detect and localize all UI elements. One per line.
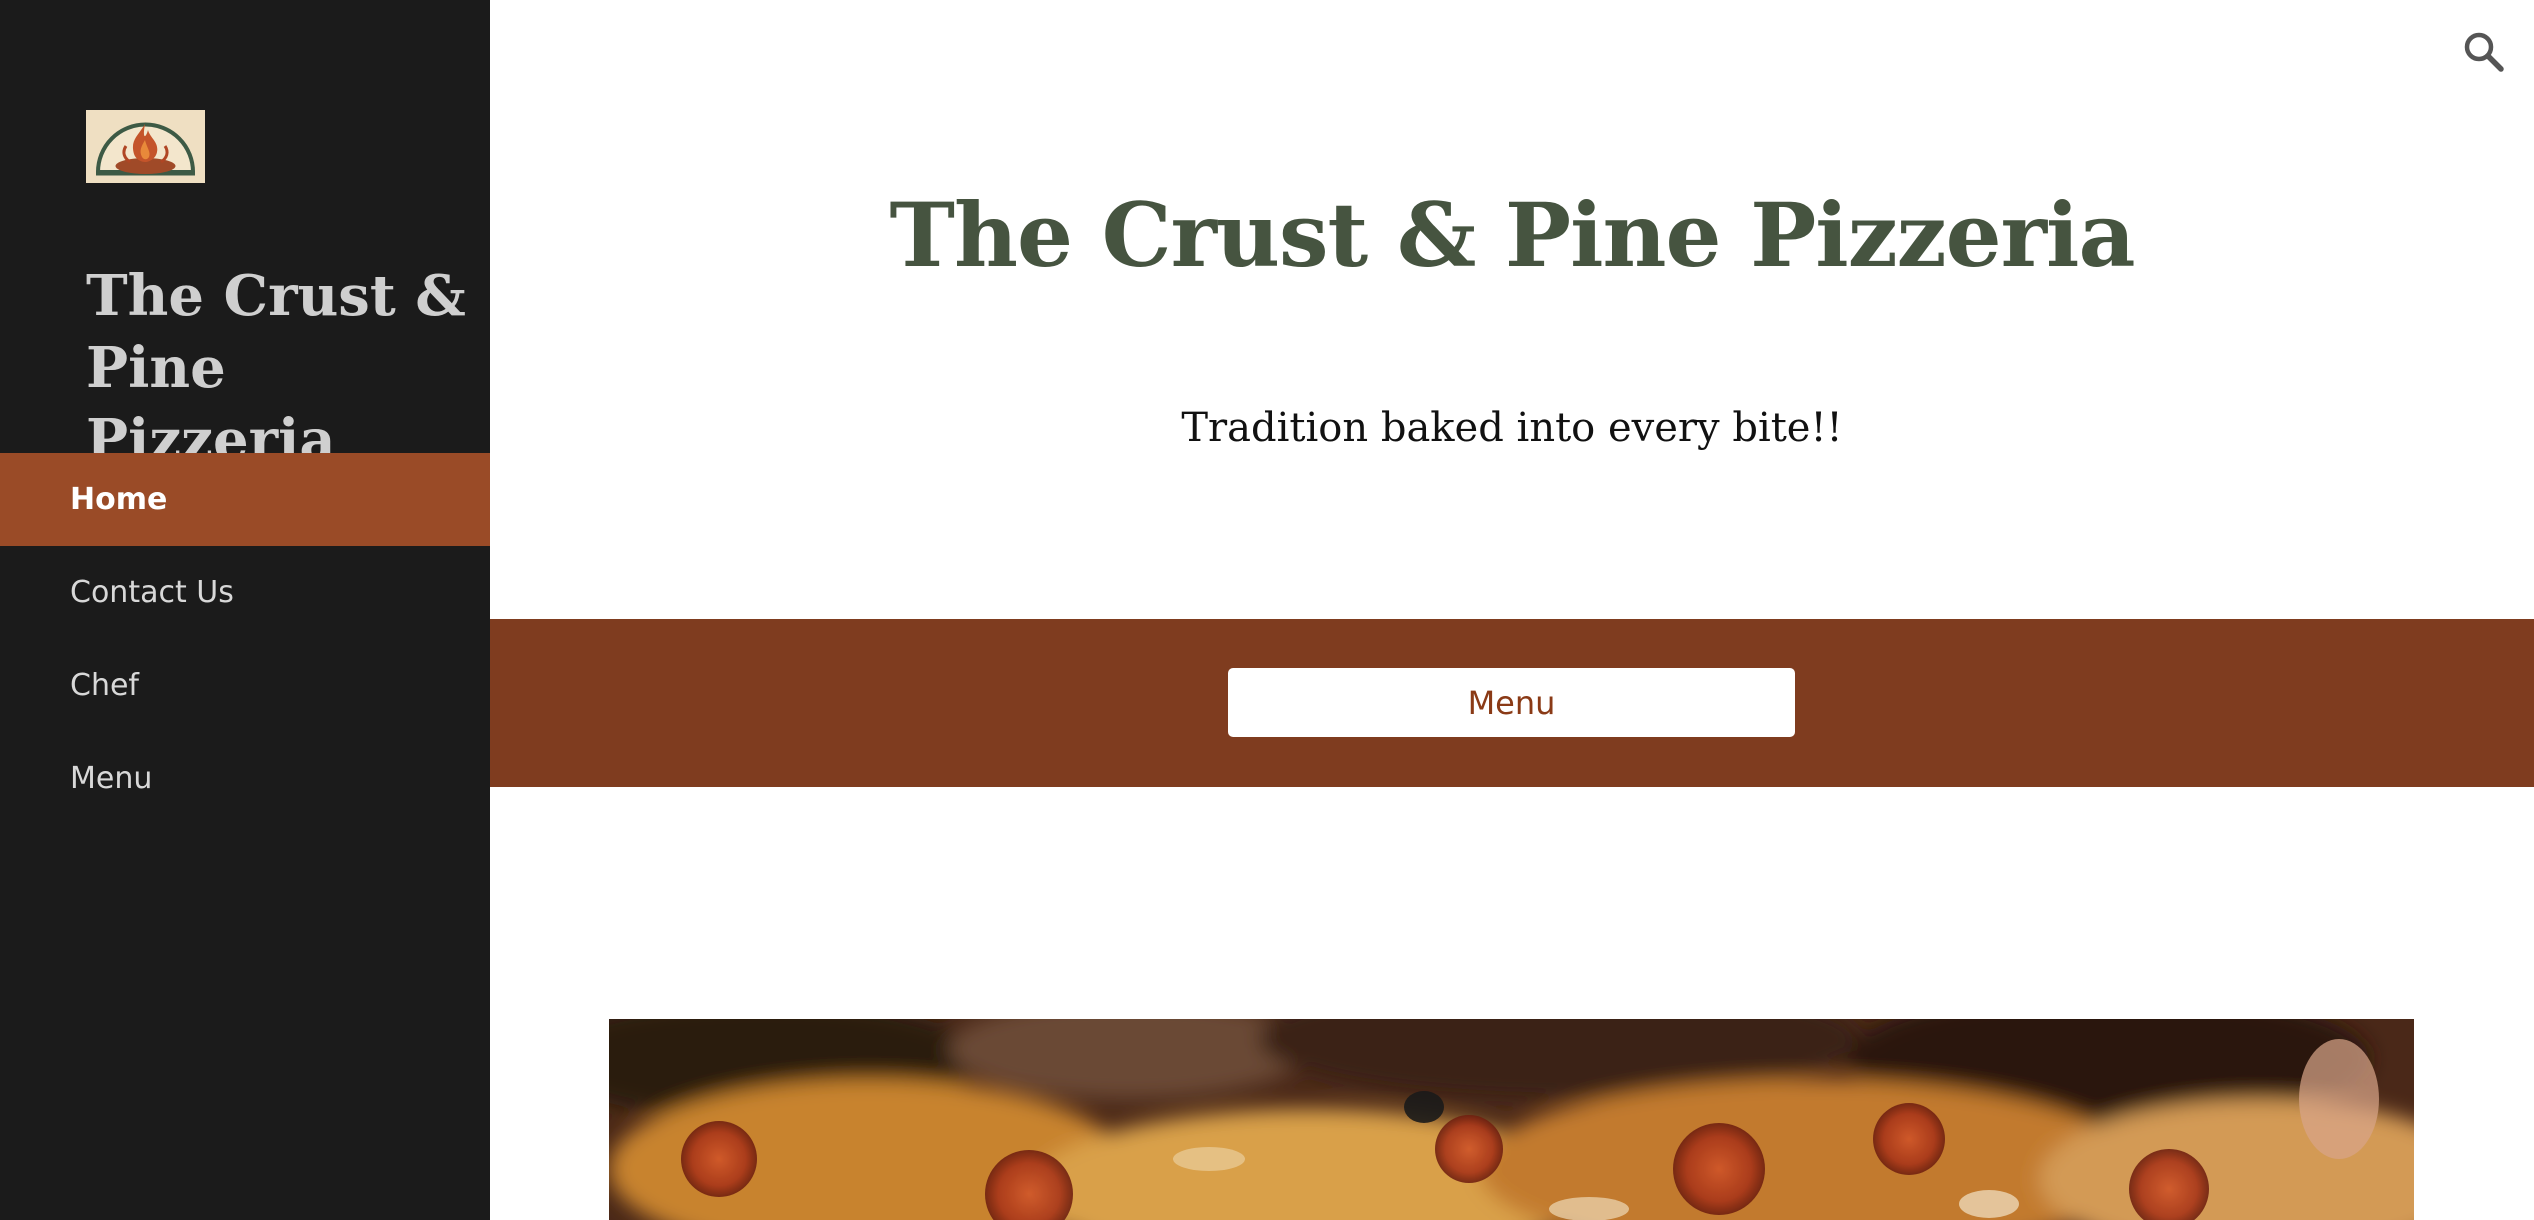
- sidebar-nav: Home Contact Us Chef Menu: [0, 453, 490, 825]
- main-content: The Crust & Pine Pizzeria Tradition bake…: [490, 0, 2534, 1220]
- hero-title: The Crust & Pine Pizzeria: [889, 183, 2136, 287]
- nav-item-chef[interactable]: Chef: [0, 639, 490, 732]
- pizza-photo: [609, 1019, 2414, 1220]
- search-button[interactable]: [2458, 26, 2510, 78]
- sidebar: The Crust & Pine Pizzeria Home Contact U…: [0, 0, 490, 1220]
- hero-tagline: Tradition baked into every bite!!: [1181, 405, 1843, 451]
- pizzeria-logo[interactable]: [86, 110, 205, 183]
- nav-item-contact-us[interactable]: Contact Us: [0, 546, 490, 639]
- search-icon: [2464, 32, 2504, 72]
- pizza-hero-image: [609, 1019, 2414, 1220]
- menu-button[interactable]: Menu: [1228, 668, 1795, 737]
- nav-item-home[interactable]: Home: [0, 453, 490, 546]
- logo-graphic: [86, 110, 205, 183]
- nav-item-menu[interactable]: Menu: [0, 732, 490, 825]
- sidebar-site-title[interactable]: The Crust & Pine Pizzeria: [86, 260, 466, 476]
- cta-band: Menu: [490, 619, 2534, 787]
